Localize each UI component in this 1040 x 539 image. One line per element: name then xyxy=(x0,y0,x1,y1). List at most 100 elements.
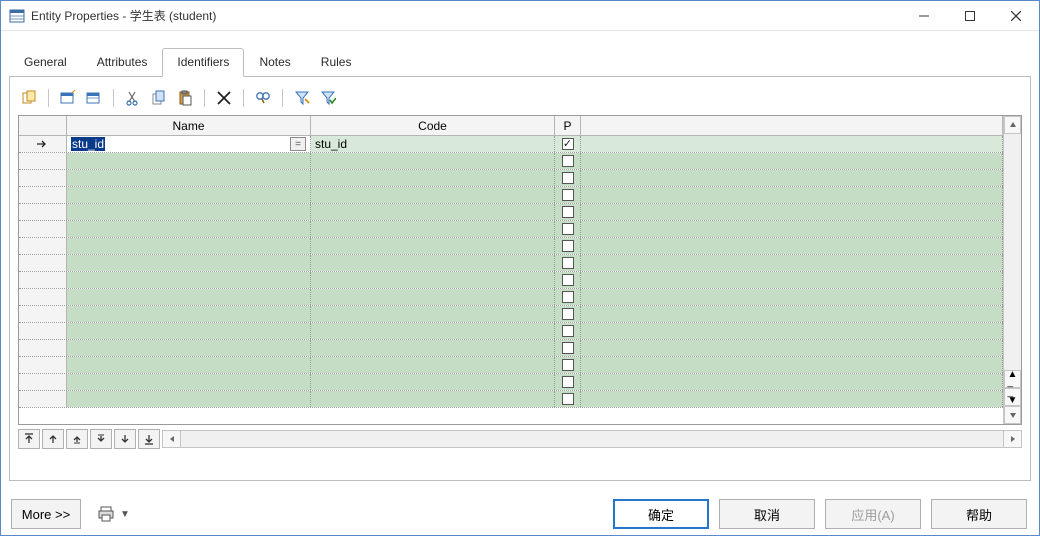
scroll-down-icon[interactable] xyxy=(1004,406,1021,424)
p-checkbox[interactable] xyxy=(562,274,574,286)
col-header-p[interactable]: P xyxy=(555,116,581,135)
add-row-icon[interactable] xyxy=(83,87,105,109)
apply-button[interactable]: 应用(A) xyxy=(825,499,921,529)
ok-button[interactable]: 确定 xyxy=(613,499,709,529)
identifiers-grid: Name Code P stu_id = xyxy=(18,115,1022,425)
help-button[interactable]: 帮助 xyxy=(931,499,1027,529)
p-checkbox[interactable] xyxy=(562,359,574,371)
grid-data-row[interactable]: stu_id = stu_id xyxy=(19,136,1003,153)
scroll-right-icon[interactable] xyxy=(1003,431,1021,447)
col-header-name[interactable]: Name xyxy=(67,116,311,135)
row-indicator[interactable] xyxy=(19,136,67,152)
chevron-down-icon: ▼ xyxy=(120,509,130,520)
cell-name-value: stu_id xyxy=(71,137,105,151)
grid-empty-row[interactable] xyxy=(19,323,1003,340)
tab-notes[interactable]: Notes xyxy=(244,48,305,77)
move-down-one-icon[interactable] xyxy=(90,429,112,449)
copy-icon[interactable] xyxy=(148,87,170,109)
p-checkbox[interactable] xyxy=(562,223,574,235)
grid-corner[interactable] xyxy=(19,116,67,135)
p-checkbox[interactable] xyxy=(562,155,574,167)
titlebar: Entity Properties - 学生表 (student) xyxy=(1,1,1039,31)
move-up-icon[interactable] xyxy=(42,429,64,449)
tab-identifiers[interactable]: Identifiers xyxy=(162,48,244,77)
p-checkbox[interactable] xyxy=(562,325,574,337)
tab-rules[interactable]: Rules xyxy=(306,48,367,77)
grid-empty-row[interactable] xyxy=(19,238,1003,255)
more-button[interactable]: More >> xyxy=(11,499,81,529)
scroll-line-down-icon[interactable]: _▼ xyxy=(1004,388,1021,406)
cell-code[interactable]: stu_id xyxy=(311,136,555,152)
tab-bar: General Attributes Identifiers Notes Rul… xyxy=(9,47,1031,77)
p-checkbox[interactable] xyxy=(562,206,574,218)
grid-footer xyxy=(18,429,1022,449)
maximize-button[interactable] xyxy=(947,1,993,31)
current-row-arrow-icon xyxy=(36,139,50,149)
col-header-spacer xyxy=(581,116,1003,135)
horizontal-scrollbar[interactable] xyxy=(162,430,1022,448)
dialog-button-bar: More >> ▼ 确定 取消 应用(A) 帮助 xyxy=(1,489,1039,539)
scroll-line-up-icon[interactable]: ▲_ xyxy=(1004,370,1021,388)
grid-empty-row[interactable] xyxy=(19,204,1003,221)
grid-empty-row[interactable] xyxy=(19,221,1003,238)
delete-icon[interactable] xyxy=(213,87,235,109)
grid-empty-row[interactable] xyxy=(19,187,1003,204)
grid-empty-row[interactable] xyxy=(19,272,1003,289)
separator xyxy=(243,89,244,107)
grid-empty-row[interactable] xyxy=(19,306,1003,323)
p-checkbox[interactable] xyxy=(562,393,574,405)
equals-button[interactable]: = xyxy=(290,137,306,151)
grid-body[interactable]: stu_id = stu_id xyxy=(19,136,1003,424)
grid-empty-row[interactable] xyxy=(19,170,1003,187)
cell-name[interactable]: stu_id = xyxy=(67,136,311,152)
move-down-icon[interactable] xyxy=(114,429,136,449)
p-checkbox[interactable] xyxy=(562,240,574,252)
entity-icon xyxy=(9,8,25,24)
minimize-button[interactable] xyxy=(901,1,947,31)
cell-rest xyxy=(581,136,1003,152)
close-button[interactable] xyxy=(993,1,1039,31)
grid-empty-row[interactable] xyxy=(19,289,1003,306)
insert-row-icon[interactable] xyxy=(57,87,79,109)
grid-empty-row[interactable] xyxy=(19,255,1003,272)
paste-icon[interactable] xyxy=(174,87,196,109)
scroll-up-icon[interactable] xyxy=(1004,116,1021,134)
p-checkbox[interactable] xyxy=(562,172,574,184)
separator xyxy=(113,89,114,107)
tab-attributes[interactable]: Attributes xyxy=(82,48,163,77)
cancel-button[interactable]: 取消 xyxy=(719,499,815,529)
grid-empty-row[interactable] xyxy=(19,374,1003,391)
separator xyxy=(48,89,49,107)
scroll-track[interactable] xyxy=(1004,134,1021,370)
window-controls xyxy=(901,1,1039,30)
cell-p[interactable] xyxy=(555,136,581,152)
p-checkbox[interactable] xyxy=(562,376,574,388)
find-icon[interactable] xyxy=(252,87,274,109)
identifiers-panel: Name Code P stu_id = xyxy=(9,77,1031,481)
grid-empty-row[interactable] xyxy=(19,153,1003,170)
p-checkbox[interactable] xyxy=(562,257,574,269)
cell-code-value: stu_id xyxy=(315,137,347,151)
tab-general[interactable]: General xyxy=(9,48,82,77)
p-checkbox[interactable] xyxy=(562,291,574,303)
move-up-one-icon[interactable] xyxy=(66,429,88,449)
move-top-icon[interactable] xyxy=(18,429,40,449)
filter-check-icon[interactable] xyxy=(317,87,339,109)
printer-icon xyxy=(98,506,116,522)
grid-empty-row[interactable] xyxy=(19,357,1003,374)
cut-icon[interactable] xyxy=(122,87,144,109)
properties-icon[interactable] xyxy=(18,87,40,109)
scroll-left-icon[interactable] xyxy=(163,431,181,447)
vertical-scrollbar[interactable]: ▲_ _▼ xyxy=(1003,116,1021,424)
col-header-code[interactable]: Code xyxy=(311,116,555,135)
print-menu-button[interactable]: ▼ xyxy=(97,500,131,528)
filter-icon[interactable] xyxy=(291,87,313,109)
grid-empty-row[interactable] xyxy=(19,340,1003,357)
p-checkbox[interactable] xyxy=(562,342,574,354)
p-checkbox[interactable] xyxy=(562,308,574,320)
p-checkbox[interactable] xyxy=(562,189,574,201)
grid-header-row: Name Code P xyxy=(19,116,1003,136)
grid-empty-row[interactable] xyxy=(19,391,1003,408)
p-checkbox[interactable] xyxy=(562,138,574,150)
move-bottom-icon[interactable] xyxy=(138,429,160,449)
